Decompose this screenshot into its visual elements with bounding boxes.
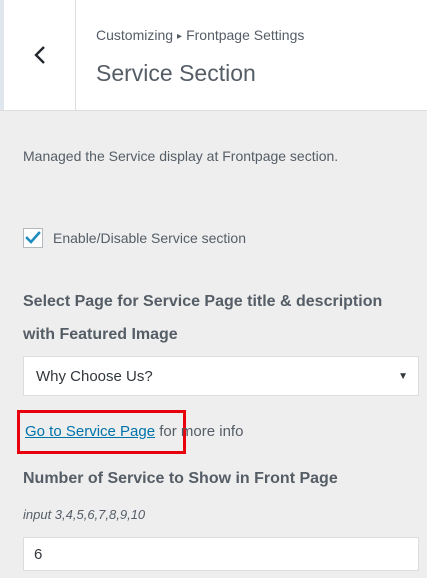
section-header: Customizing ▸ Frontpage Settings Service S… bbox=[0, 0, 427, 111]
dropdown-arrow-icon: ▼ bbox=[398, 371, 408, 382]
number-of-service-hint: input 3,4,5,6,7,8,9,10 bbox=[23, 507, 146, 522]
service-page-select-value: Why Choose Us? bbox=[36, 367, 153, 385]
service-link-row: Go to Service Page for more info bbox=[25, 423, 243, 440]
go-to-service-page-link[interactable]: Go to Service Page bbox=[25, 423, 155, 440]
breadcrumb-root: Customizing bbox=[96, 27, 174, 43]
service-link-suffix: for more info bbox=[155, 423, 244, 440]
back-button[interactable] bbox=[0, 0, 76, 110]
enable-service-toggle[interactable]: Enable/Disable Service section bbox=[23, 228, 246, 248]
breadcrumb-separator: ▸ bbox=[177, 31, 183, 42]
number-of-service-title: Number of Service to Show in Front Page bbox=[23, 470, 338, 487]
service-page-select[interactable]: Why Choose Us? ▼ bbox=[23, 356, 419, 396]
page-select-title: Select Page for Service Page title & des… bbox=[23, 293, 383, 343]
enable-service-label: Enable/Disable Service section bbox=[53, 230, 246, 246]
checkmark-icon bbox=[25, 231, 41, 244]
enable-service-checkbox[interactable] bbox=[23, 228, 43, 248]
breadcrumb: Customizing ▸ Frontpage Settings bbox=[96, 27, 304, 43]
customizer-panel: Customizing ▸ Frontpage Settings Service S… bbox=[0, 0, 427, 578]
breadcrumb-parent: Frontpage Settings bbox=[186, 27, 305, 43]
number-of-service-input[interactable] bbox=[23, 537, 419, 571]
chevron-left-icon bbox=[33, 44, 47, 66]
section-description: Managed the Service display at Frontpage… bbox=[23, 148, 339, 164]
section-title: Service Section bbox=[96, 60, 256, 86]
